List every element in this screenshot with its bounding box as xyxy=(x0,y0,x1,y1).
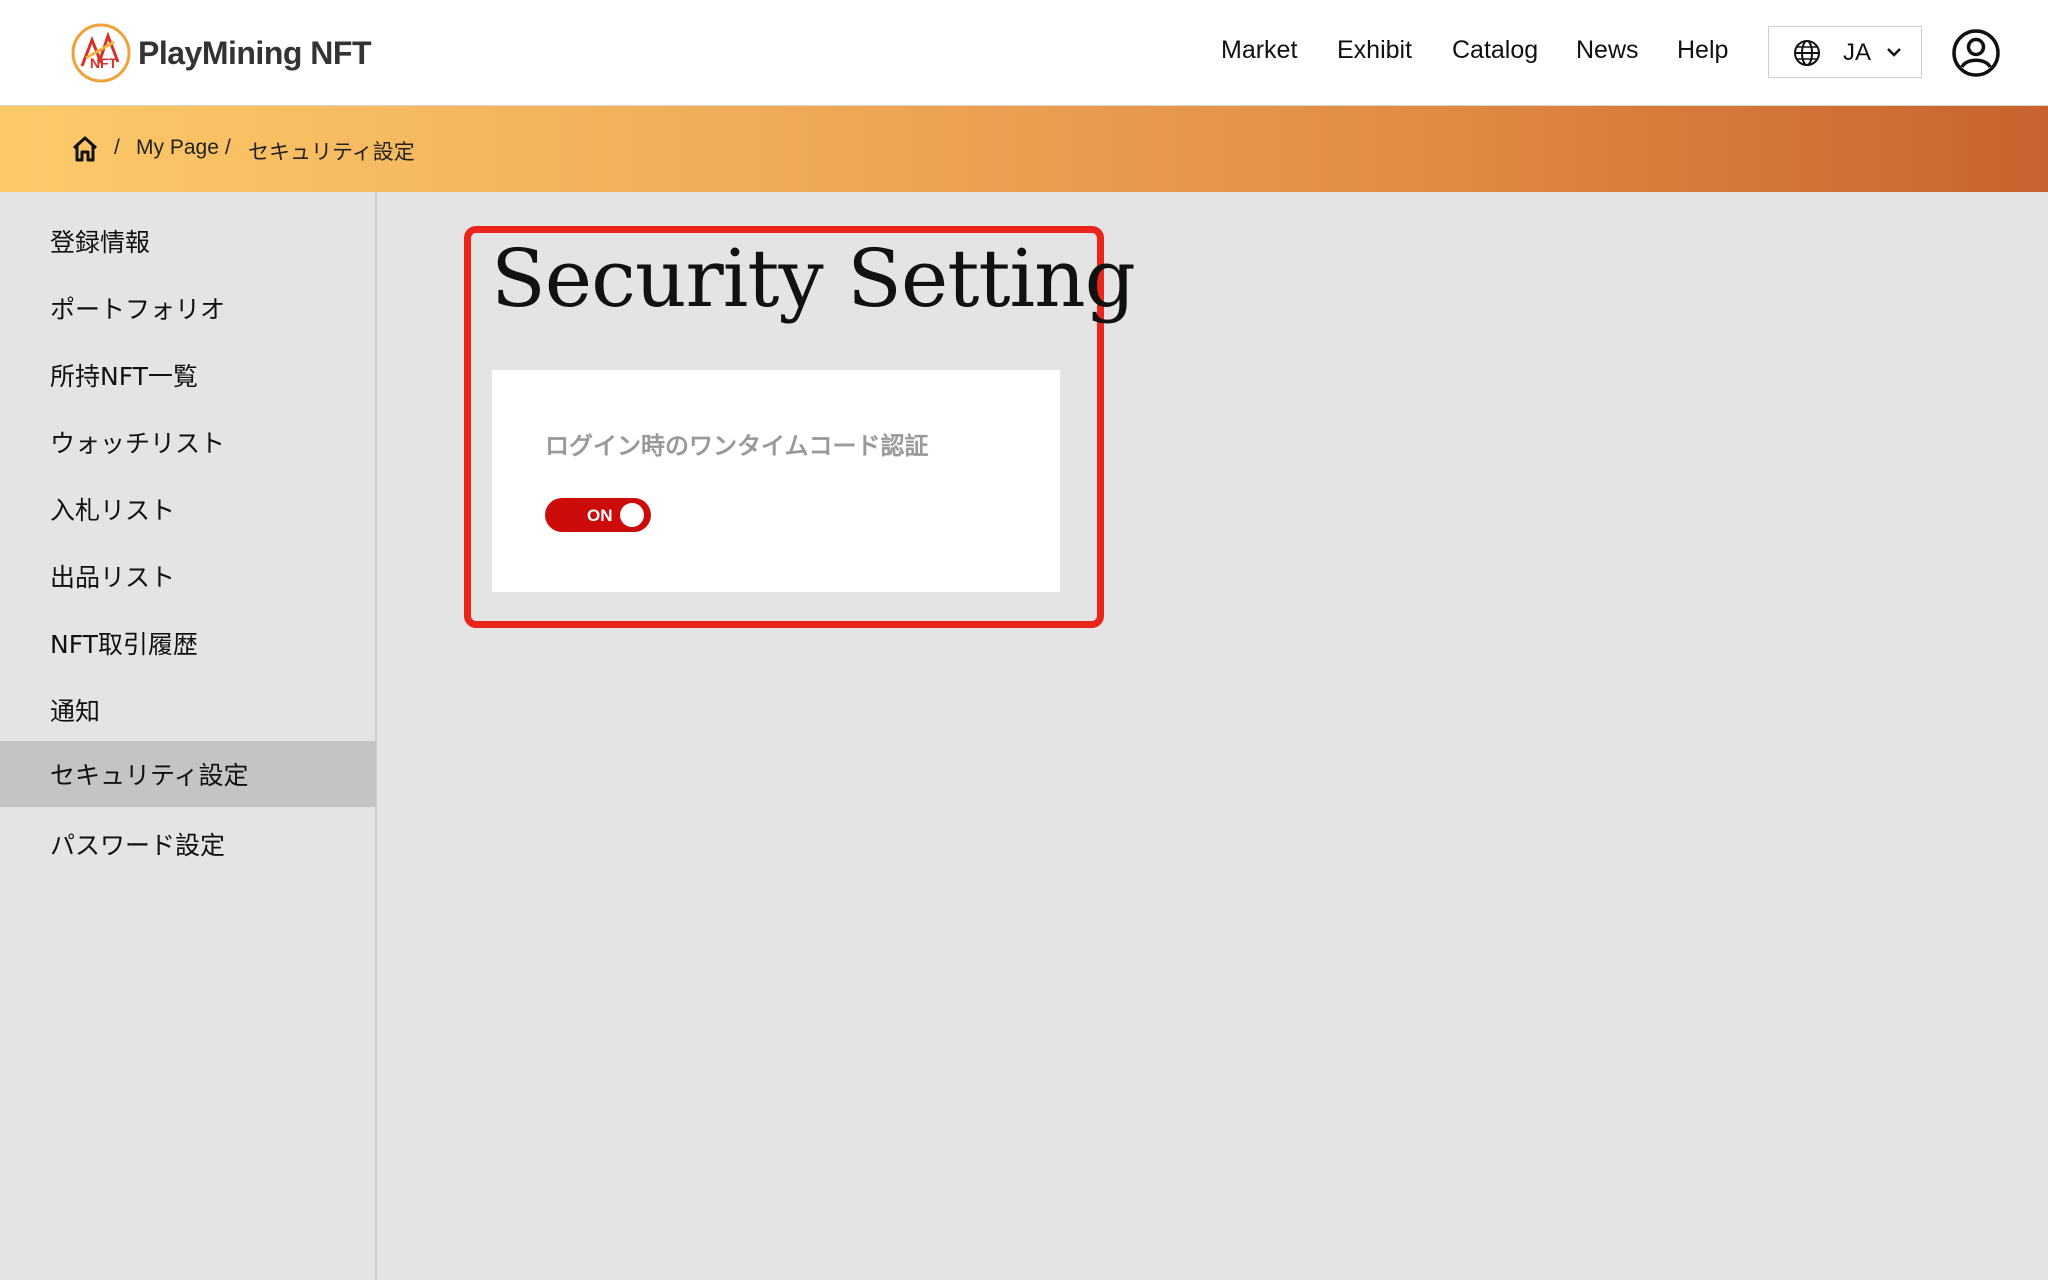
user-account-icon[interactable] xyxy=(1951,28,2001,78)
toggle-state-text: ON xyxy=(587,506,613,525)
nav-market[interactable]: Market xyxy=(1221,36,1297,65)
home-icon[interactable] xyxy=(70,134,100,164)
nav-exhibit[interactable]: Exhibit xyxy=(1337,36,1412,65)
mypage-sidebar: 登録情報 ポートフォリオ 所持NFT一覧 ウォッチリスト 入札リスト 出品リスト… xyxy=(0,192,377,1280)
sidebar-item-password[interactable]: パスワード設定 xyxy=(0,811,376,877)
sidebar-item-portfolio[interactable]: ポートフォリオ xyxy=(0,275,376,341)
nav-catalog[interactable]: Catalog xyxy=(1452,36,1538,65)
sidebar-item-trade-history[interactable]: NFT取引履歴 xyxy=(0,610,376,676)
breadcrumb-my-page[interactable]: My Page xyxy=(136,136,219,160)
globe-icon xyxy=(1794,40,1820,66)
site-logo[interactable]: NFT PlayMining NFT xyxy=(70,22,372,84)
sidebar-item-registration[interactable]: 登録情報 xyxy=(0,208,376,274)
breadcrumb-current: セキュリティ設定 xyxy=(248,141,415,164)
security-setting-card: ログイン時のワンタイムコード認証 ON xyxy=(492,370,1060,592)
top-header: NFT PlayMining NFT Market Exhibit Catalo… xyxy=(0,0,2048,106)
sidebar-item-owned-nfts[interactable]: 所持NFT一覧 xyxy=(0,342,376,408)
nav-help[interactable]: Help xyxy=(1677,36,1728,65)
sidebar-item-bid-list[interactable]: 入札リスト xyxy=(0,476,376,542)
sidebar-item-security[interactable]: セキュリティ設定 xyxy=(0,741,376,807)
otp-setting-label: ログイン時のワンタイムコード認証 xyxy=(545,432,929,460)
logo-text: PlayMining NFT xyxy=(138,34,372,71)
chevron-down-icon xyxy=(1887,48,1901,57)
nav-news[interactable]: News xyxy=(1576,36,1639,65)
sidebar-item-listing-list[interactable]: 出品リスト xyxy=(0,543,376,609)
sidebar-item-watchlist[interactable]: ウォッチリスト xyxy=(0,409,376,475)
page-title: Security Setting xyxy=(491,232,1136,325)
sidebar-item-notifications[interactable]: 通知 xyxy=(0,677,376,743)
language-code: JA xyxy=(1843,39,1872,66)
breadcrumb-separator: / xyxy=(225,136,231,159)
breadcrumb: / My Page / セキュリティ設定 xyxy=(0,106,2048,192)
language-selector[interactable]: JA xyxy=(1768,26,1922,78)
breadcrumb-separator: / xyxy=(114,136,120,159)
toggle-knob xyxy=(620,503,644,527)
logo-mark-icon: NFT xyxy=(71,23,131,83)
otp-toggle-switch[interactable]: ON xyxy=(545,498,651,532)
svg-text:NFT: NFT xyxy=(90,55,118,71)
